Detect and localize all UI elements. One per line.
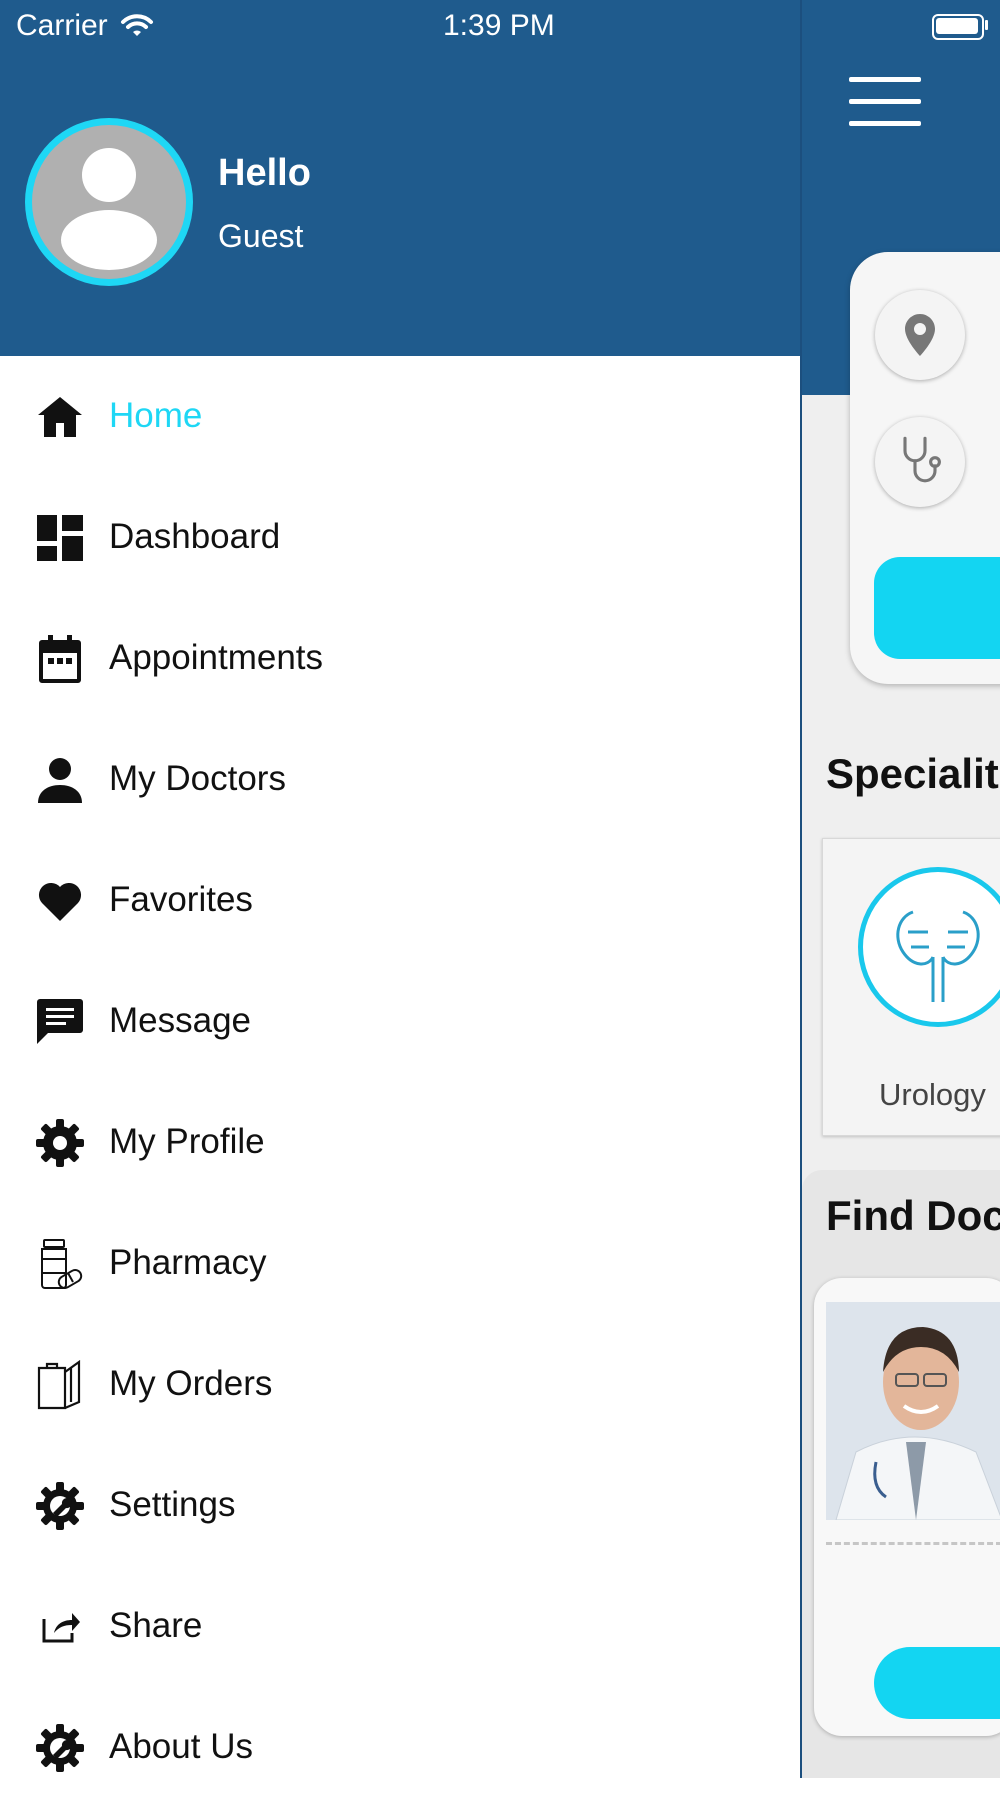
menu-item-label: About Us [109, 1727, 253, 1766]
search-button[interactable] [874, 557, 1000, 659]
menu-item-settings[interactable]: Settings [0, 1445, 800, 1566]
menu-item-favorites[interactable]: Favorites [0, 840, 800, 961]
heart-icon [35, 876, 85, 926]
navigation-drawer: Carrier 1:39 PM Hello Guest Home Dashboa… [0, 0, 800, 1778]
avatar[interactable] [25, 118, 193, 286]
menu-item-my-doctors[interactable]: My Doctors [0, 719, 800, 840]
menu-item-pharmacy[interactable]: Pharmacy [0, 1203, 800, 1324]
menu-item-label: My Profile [109, 1122, 265, 1161]
book-button[interactable] [874, 1647, 1000, 1719]
urology-icon [858, 867, 1000, 1027]
menu-item-dashboard[interactable]: Dashboard [0, 477, 800, 598]
menu-item-label: My Orders [109, 1364, 273, 1403]
greeting-text: Hello [218, 152, 311, 194]
menu-item-label: Share [109, 1606, 203, 1645]
home-top-bar [802, 0, 1000, 157]
share-icon [35, 1602, 85, 1652]
menu-item-label: Settings [109, 1485, 236, 1524]
menu-item-message[interactable]: Message [0, 961, 800, 1082]
person-icon [35, 755, 85, 805]
medicine-bottle-icon [35, 1239, 85, 1289]
menu-item-label: Home [109, 396, 203, 435]
user-placeholder-icon [32, 125, 186, 279]
clipboard-icon [35, 1360, 85, 1410]
specialities-title: Specialit [826, 750, 999, 797]
menu-item-label: Message [109, 1001, 252, 1040]
speciality-label: Urology [879, 1077, 986, 1112]
menu-item-label: Pharmacy [109, 1243, 267, 1282]
speciality-button[interactable] [875, 417, 965, 507]
menu-item-my-orders[interactable]: My Orders [0, 1324, 800, 1445]
calendar-icon [35, 634, 85, 684]
location-pin-icon [905, 314, 935, 356]
message-icon [35, 997, 85, 1047]
home-icon [35, 392, 85, 442]
menu-item-label: Dashboard [109, 517, 281, 556]
speciality-card[interactable]: Urology [822, 838, 1000, 1136]
gear-icon [35, 1118, 85, 1168]
menu-item-label: Appointments [109, 638, 324, 677]
status-time: 1:39 PM [443, 9, 555, 42]
menu-item-share[interactable]: Share [0, 1566, 800, 1687]
user-name: Guest [218, 218, 304, 254]
menu-item-home[interactable]: Home [0, 356, 800, 477]
dashboard-icon [35, 513, 85, 563]
battery-icon [932, 14, 984, 40]
menu-item-my-profile[interactable]: My Profile [0, 1082, 800, 1203]
doctor-photo [826, 1302, 1000, 1520]
find-doctors-title: Find Doc [826, 1192, 1000, 1239]
stethoscope-icon [903, 436, 941, 483]
doctor-card-divider [826, 1542, 1000, 1545]
carrier-label: Carrier [16, 9, 108, 42]
menu-item-appointments[interactable]: Appointments [0, 598, 800, 719]
settings-gear-icon [35, 1481, 85, 1531]
location-button[interactable] [875, 290, 965, 380]
drawer-header: Carrier 1:39 PM Hello Guest [0, 0, 800, 356]
hamburger-menu-icon[interactable] [849, 77, 921, 127]
wifi-icon [121, 14, 154, 36]
menu-item-label: Favorites [109, 880, 253, 919]
menu-item-about-us[interactable]: About Us [0, 1687, 800, 1808]
about-gear-icon [35, 1723, 85, 1773]
menu-item-label: My Doctors [109, 759, 286, 798]
home-screen-background: S S Specialit Urology Find Doc [800, 0, 1000, 1778]
